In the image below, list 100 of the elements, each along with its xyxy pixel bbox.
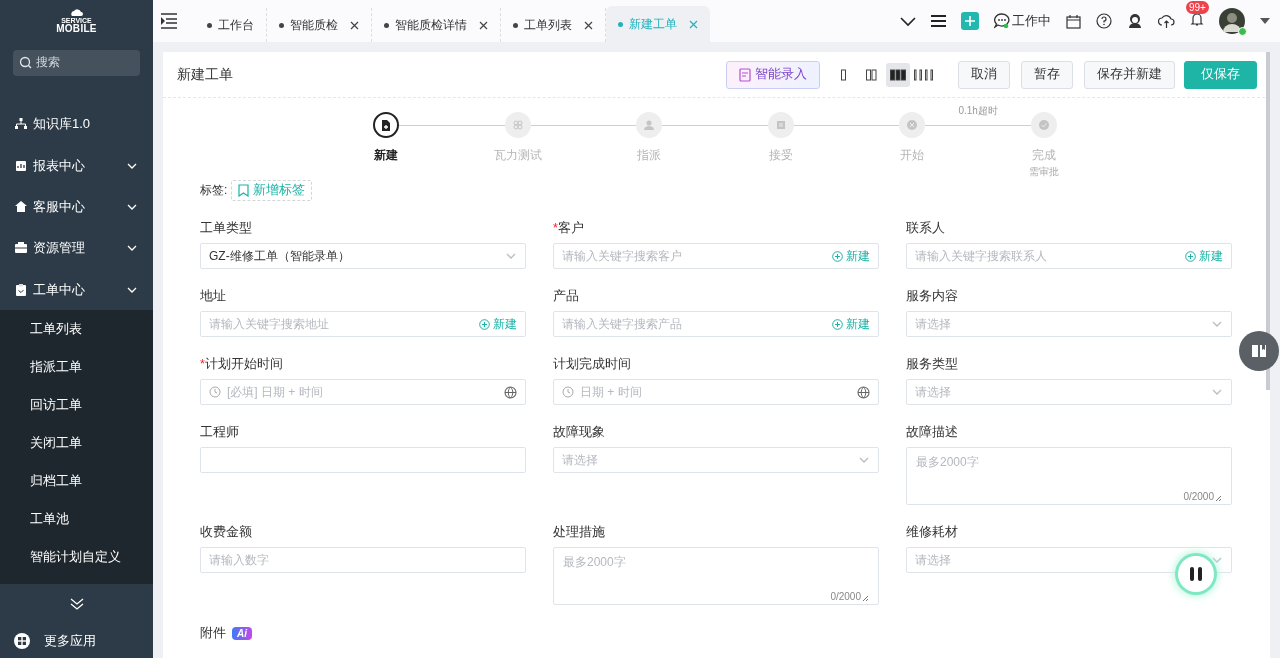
bell-icon[interactable]	[1190, 12, 1204, 27]
plus-circle-icon	[832, 250, 843, 262]
document-icon	[739, 67, 751, 82]
action-button[interactable]: 暂存	[1021, 60, 1073, 89]
submenu-item[interactable]: 归档工单	[0, 462, 153, 501]
step-label: 指派	[637, 147, 662, 164]
chevron-down-icon[interactable]	[900, 14, 916, 28]
columns-icon	[865, 68, 877, 81]
scrollbar[interactable]	[1266, 52, 1270, 390]
clock-icon	[209, 386, 221, 398]
text-field[interactable]	[200, 447, 526, 473]
columns-icon	[889, 68, 907, 81]
person-icon[interactable]	[1127, 13, 1143, 29]
grid-icon[interactable]	[14, 633, 30, 649]
resize-icon[interactable]	[862, 595, 869, 602]
tab[interactable]: 工作台	[195, 8, 267, 42]
dropdown-field[interactable]: GZ-维修工单（智能录单）	[200, 243, 526, 269]
menu-fold-icon[interactable]	[161, 13, 177, 29]
text-area[interactable]: 最多2000字 0/2000	[553, 547, 879, 605]
char-counter: 0/2000	[830, 591, 861, 602]
plus-circle-icon	[832, 318, 843, 330]
field-label: 地址	[200, 288, 227, 305]
chart-icon	[15, 159, 27, 172]
cloud-upload-icon[interactable]	[1158, 13, 1175, 29]
plus-circle-icon	[1185, 250, 1196, 262]
column-layout-button[interactable]	[886, 62, 910, 87]
notification-badge: 99+	[1186, 1, 1209, 14]
cloud-icon	[69, 7, 84, 18]
step-label: 开始	[900, 147, 925, 164]
close-icon[interactable]	[350, 20, 359, 30]
pause-button[interactable]	[1178, 556, 1214, 592]
submenu-item[interactable]: 回访工单	[0, 386, 153, 425]
status-label[interactable]: 工作中	[1012, 12, 1051, 30]
field-label: 故障现象	[553, 424, 606, 441]
caret-icon[interactable]	[1260, 18, 1270, 24]
double-chevron-icon[interactable]	[69, 598, 84, 611]
bookmark-icon	[238, 184, 250, 197]
menu-icon[interactable]	[931, 14, 946, 28]
close-icon[interactable]	[584, 20, 593, 30]
field-label: 处理措施	[553, 524, 606, 541]
field-label: *客户	[553, 220, 585, 237]
smart-entry-button[interactable]: 智能录入	[726, 60, 820, 89]
ai-badge: Ai	[232, 627, 252, 640]
check-circle-icon	[1038, 119, 1050, 131]
book-icon	[1251, 343, 1267, 359]
menu-item[interactable]: 工单中心	[0, 268, 153, 311]
step-note: 需审批	[1029, 165, 1059, 179]
tab[interactable]: 智能质检	[267, 8, 372, 42]
menu-item[interactable]: 客服中心	[0, 186, 153, 228]
menu-item[interactable]: 报表中心	[0, 144, 153, 187]
more-apps-link[interactable]: 更多应用	[44, 632, 96, 650]
text-area[interactable]: 最多2000字 0/2000	[906, 447, 1232, 505]
page-title: 新建工单	[177, 65, 234, 84]
document-icon	[380, 119, 392, 131]
submenu-item[interactable]: 指派工单	[0, 348, 153, 387]
columns-icon	[914, 68, 936, 81]
submenu-item[interactable]: 工单列表	[0, 310, 153, 349]
plus-circle-icon	[479, 318, 490, 330]
field-label: 计划完成时间	[553, 356, 632, 373]
field-label: 工单类型	[200, 220, 253, 237]
close-icon[interactable]	[479, 20, 488, 30]
field-label: 收费金额	[200, 524, 253, 541]
chat-icon[interactable]	[994, 13, 1010, 29]
menu-item[interactable]: 资源管理	[0, 227, 153, 269]
box-icon	[15, 242, 27, 255]
field-label: 服务类型	[906, 356, 959, 373]
columns-icon	[841, 68, 847, 81]
tags-label: 标签:	[200, 182, 228, 199]
online-dot	[1238, 27, 1247, 36]
field-label: 服务内容	[906, 288, 959, 305]
step-label: 瓦力测试	[493, 147, 542, 164]
help-icon[interactable]	[1096, 13, 1112, 29]
globe-icon	[504, 385, 517, 399]
tree-icon	[15, 118, 27, 131]
action-button[interactable]: 保存并新建	[1084, 60, 1175, 89]
menu-item[interactable]: 知识库1.0	[0, 103, 153, 145]
step-label: 完成	[1032, 147, 1056, 164]
tab[interactable]: 智能质检详情	[372, 8, 501, 42]
search-field[interactable]: 搜索	[13, 49, 140, 76]
clipboard-icon	[15, 283, 27, 296]
avatar-icon[interactable]	[1219, 8, 1245, 34]
submenu-item[interactable]: 工单池	[0, 500, 153, 539]
calendar-icon[interactable]	[1066, 13, 1081, 29]
clock-icon	[562, 386, 574, 398]
field-label: 维修耗材	[906, 524, 959, 541]
field-label: 联系人	[906, 220, 946, 237]
field-label: 故障描述	[906, 424, 959, 441]
resize-icon[interactable]	[1215, 495, 1222, 502]
step-label: 接受	[768, 147, 793, 164]
list-icon	[774, 119, 787, 131]
action-button[interactable]: 取消	[958, 60, 1010, 89]
submenu-item[interactable]: 关闭工单	[0, 424, 153, 463]
search-icon	[19, 56, 32, 70]
field-label: 工程师	[200, 424, 240, 441]
field-label: *计划开始时间	[200, 356, 284, 373]
cross-circle-icon	[906, 119, 919, 131]
timeout-label: 0.1h超时	[958, 104, 998, 118]
globe-icon	[857, 385, 870, 399]
submenu-item[interactable]: 智能计划自定义	[0, 538, 153, 577]
person-icon	[643, 119, 656, 131]
